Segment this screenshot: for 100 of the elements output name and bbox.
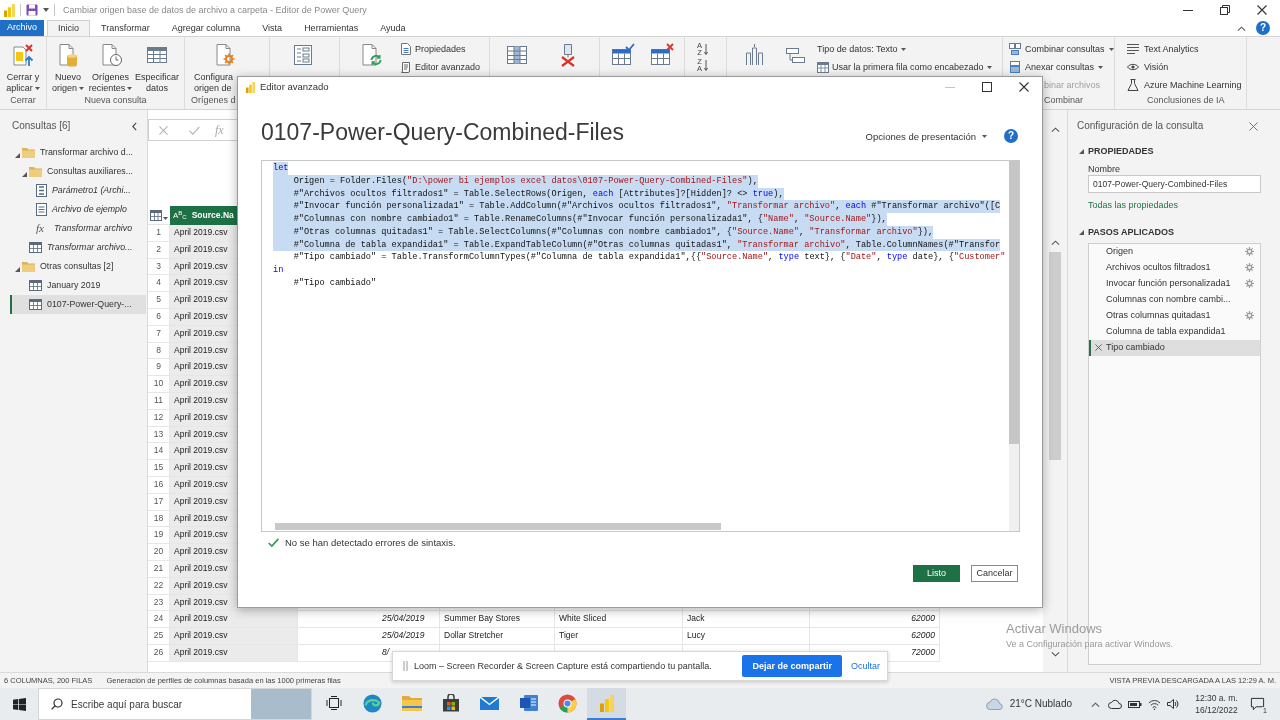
scrollbar-thumb[interactable] — [1009, 161, 1019, 444]
section-header[interactable]: PASOS APLICADOS — [1079, 226, 1174, 238]
gear-icon[interactable] — [1245, 263, 1254, 273]
save-icon[interactable] — [26, 4, 38, 16]
applied-step[interactable]: Columna de tabla expandida1 — [1089, 323, 1260, 340]
table-column-icon[interactable] — [505, 43, 529, 67]
code-editor[interactable] — [261, 160, 1020, 532]
query-item[interactable]: Transformar archivo... — [10, 238, 146, 257]
query-item[interactable]: Archivo de ejemplo — [10, 200, 146, 219]
ribbon-button[interactable]: Tipo de datos: Texto — [814, 40, 1001, 58]
check-icon[interactable] — [189, 125, 200, 135]
table-cell: 62000 — [810, 611, 940, 629]
wifi-icon[interactable] — [1148, 698, 1161, 710]
maximize-icon[interactable] — [981, 82, 992, 92]
table-menu-icon[interactable] — [150, 209, 168, 221]
scrollbar-thumb[interactable] — [275, 523, 721, 530]
table-stack-icon — [1009, 61, 1021, 73]
ribbon-tab[interactable]: Agregar columna — [160, 20, 252, 36]
table-cell: April 2019.csv — [170, 611, 298, 629]
caret-icon[interactable] — [43, 8, 49, 12]
ribbon-tab[interactable]: Ayuda — [369, 20, 417, 36]
ribbon-button[interactable]: Visión — [1115, 58, 1172, 76]
ribbon-button[interactable]: Text Analytics — [1115, 40, 1202, 58]
chevron-up-icon[interactable] — [1237, 25, 1246, 31]
cross-icon[interactable] — [1095, 344, 1102, 352]
notification-icon[interactable] — [1250, 697, 1265, 711]
chevron-down-icon[interactable] — [1050, 652, 1060, 657]
query-item[interactable]: 0107-Power-Query-... — [10, 295, 146, 314]
cloud-icon[interactable] — [1108, 699, 1122, 709]
panel-title: Configuración de la consulta — [1077, 120, 1204, 132]
table-cross-icon[interactable] — [650, 43, 674, 67]
gear-icon[interactable] — [1245, 279, 1254, 289]
applied-step[interactable]: Otras columnas quitadas1 — [1089, 307, 1260, 324]
hide-link[interactable]: Ocultar — [851, 660, 880, 672]
query-item[interactable]: Parámetro1 (Archi... — [10, 181, 146, 200]
query-item[interactable]: January 2019 — [10, 276, 146, 295]
display-options-dropdown[interactable]: Opciones de presentación — [865, 130, 987, 142]
chevron-up-icon[interactable] — [1050, 127, 1060, 132]
caret-icon — [34, 87, 40, 91]
query-item[interactable]: fx Transformar archivo — [10, 219, 146, 238]
section-header[interactable]: PROPIEDADES — [1079, 146, 1154, 157]
ribbon-button[interactable]: Especificar datos — [134, 37, 180, 94]
ribbon-button[interactable]: Orígenes recientes — [87, 37, 134, 94]
ribbon-button[interactable]: Anexar consultas — [1003, 58, 1107, 76]
file-tab[interactable]: Archivo — [0, 20, 44, 36]
applied-step[interactable]: Invocar función personalizada1 — [1089, 275, 1260, 292]
name-field[interactable]: 0107-Power-Query-Combined-Files — [1088, 175, 1261, 193]
close-icon[interactable] — [1018, 82, 1029, 92]
grip-icon[interactable] — [403, 661, 408, 671]
expand-triangle-icon[interactable] — [15, 266, 20, 272]
ribbon-button[interactable]: Cerrar y aplicar — [0, 37, 46, 94]
ribbon-tab[interactable]: Inicio — [47, 20, 91, 36]
cancel-button[interactable]: Cancelar — [971, 565, 1018, 583]
done-button[interactable]: Listo — [913, 565, 960, 583]
ribbon-button[interactable]: Propiedades — [396, 40, 484, 58]
ribbon-button[interactable]: Azure Machine Learning — [1115, 76, 1245, 94]
expand-triangle-icon[interactable] — [15, 152, 20, 158]
applied-step[interactable]: Archivos ocultos filtrados1 — [1089, 259, 1260, 276]
close-icon[interactable] — [1256, 5, 1267, 15]
wave-circle-icon — [363, 693, 382, 713]
query-item[interactable]: Consultas auxiliares... — [10, 162, 146, 181]
ribbon-button[interactable]: Usar la primera fila como encabezado — [814, 58, 1001, 76]
query-item[interactable]: Transformar archivo d... — [10, 143, 146, 162]
stop-sharing-button[interactable]: Dejar de compartir — [742, 655, 842, 677]
query-item[interactable]: Otras consultas [2] — [10, 257, 146, 276]
ribbon-button[interactable]: Configura origen de — [185, 37, 237, 94]
gear-icon[interactable] — [1245, 311, 1254, 321]
applied-step[interactable]: Columnas con nombre cambi... — [1089, 291, 1260, 308]
gear-icon[interactable] — [1245, 247, 1254, 257]
list-panel-icon[interactable] — [291, 43, 315, 67]
help-button[interactable]: ? — [1256, 21, 1270, 35]
folder-icon — [22, 261, 35, 272]
scrollbar-thumb[interactable] — [1049, 252, 1061, 460]
chevron-up-icon[interactable] — [1091, 701, 1100, 707]
expand-triangle-icon[interactable] — [22, 171, 27, 177]
applied-step[interactable]: Tipo cambiado — [1089, 339, 1260, 356]
ribbon-button[interactable]: Editor avanzado — [396, 58, 484, 76]
restore-icon[interactable] — [1219, 5, 1230, 15]
battery-icon[interactable] — [1128, 699, 1142, 709]
ribbon-tab[interactable]: Transformar — [90, 20, 161, 36]
expand-triangle-icon — [1079, 149, 1084, 154]
table-cell: Tiger — [555, 628, 683, 645]
applied-step[interactable]: Origen — [1089, 243, 1260, 260]
document-refresh-icon[interactable] — [359, 43, 383, 67]
chevron-left-icon[interactable] — [132, 121, 137, 131]
ribbon-button[interactable]: Nuevo origen — [49, 37, 87, 94]
ribbon-button[interactable]: Combinar consultas — [1003, 40, 1117, 58]
ribbon-tab[interactable]: Vista — [251, 20, 294, 36]
windows-logo-icon[interactable] — [12, 697, 26, 711]
task-view-icon — [325, 696, 342, 710]
table-check-icon[interactable] — [611, 43, 635, 67]
weather-text[interactable]: 21°C Nublado — [1009, 698, 1072, 710]
code-line: Origen = Folder.Files("D:\power bi ejemplos excel datos\0107-Power-Query-Combined-Files"), — [293, 175, 758, 186]
ribbon-tab[interactable]: Herramientas — [293, 20, 370, 36]
clock[interactable]: 12:30 a. m. 16/12/2022 — [1189, 692, 1244, 716]
properties-link[interactable]: Todas las propiedades — [1088, 200, 1179, 211]
chevron-up-icon[interactable] — [1050, 240, 1060, 245]
speaker-icon[interactable] — [1167, 699, 1179, 709]
group-label: Conclusiones de IA — [1146, 94, 1226, 107]
help-button[interactable]: ? — [1004, 129, 1018, 143]
